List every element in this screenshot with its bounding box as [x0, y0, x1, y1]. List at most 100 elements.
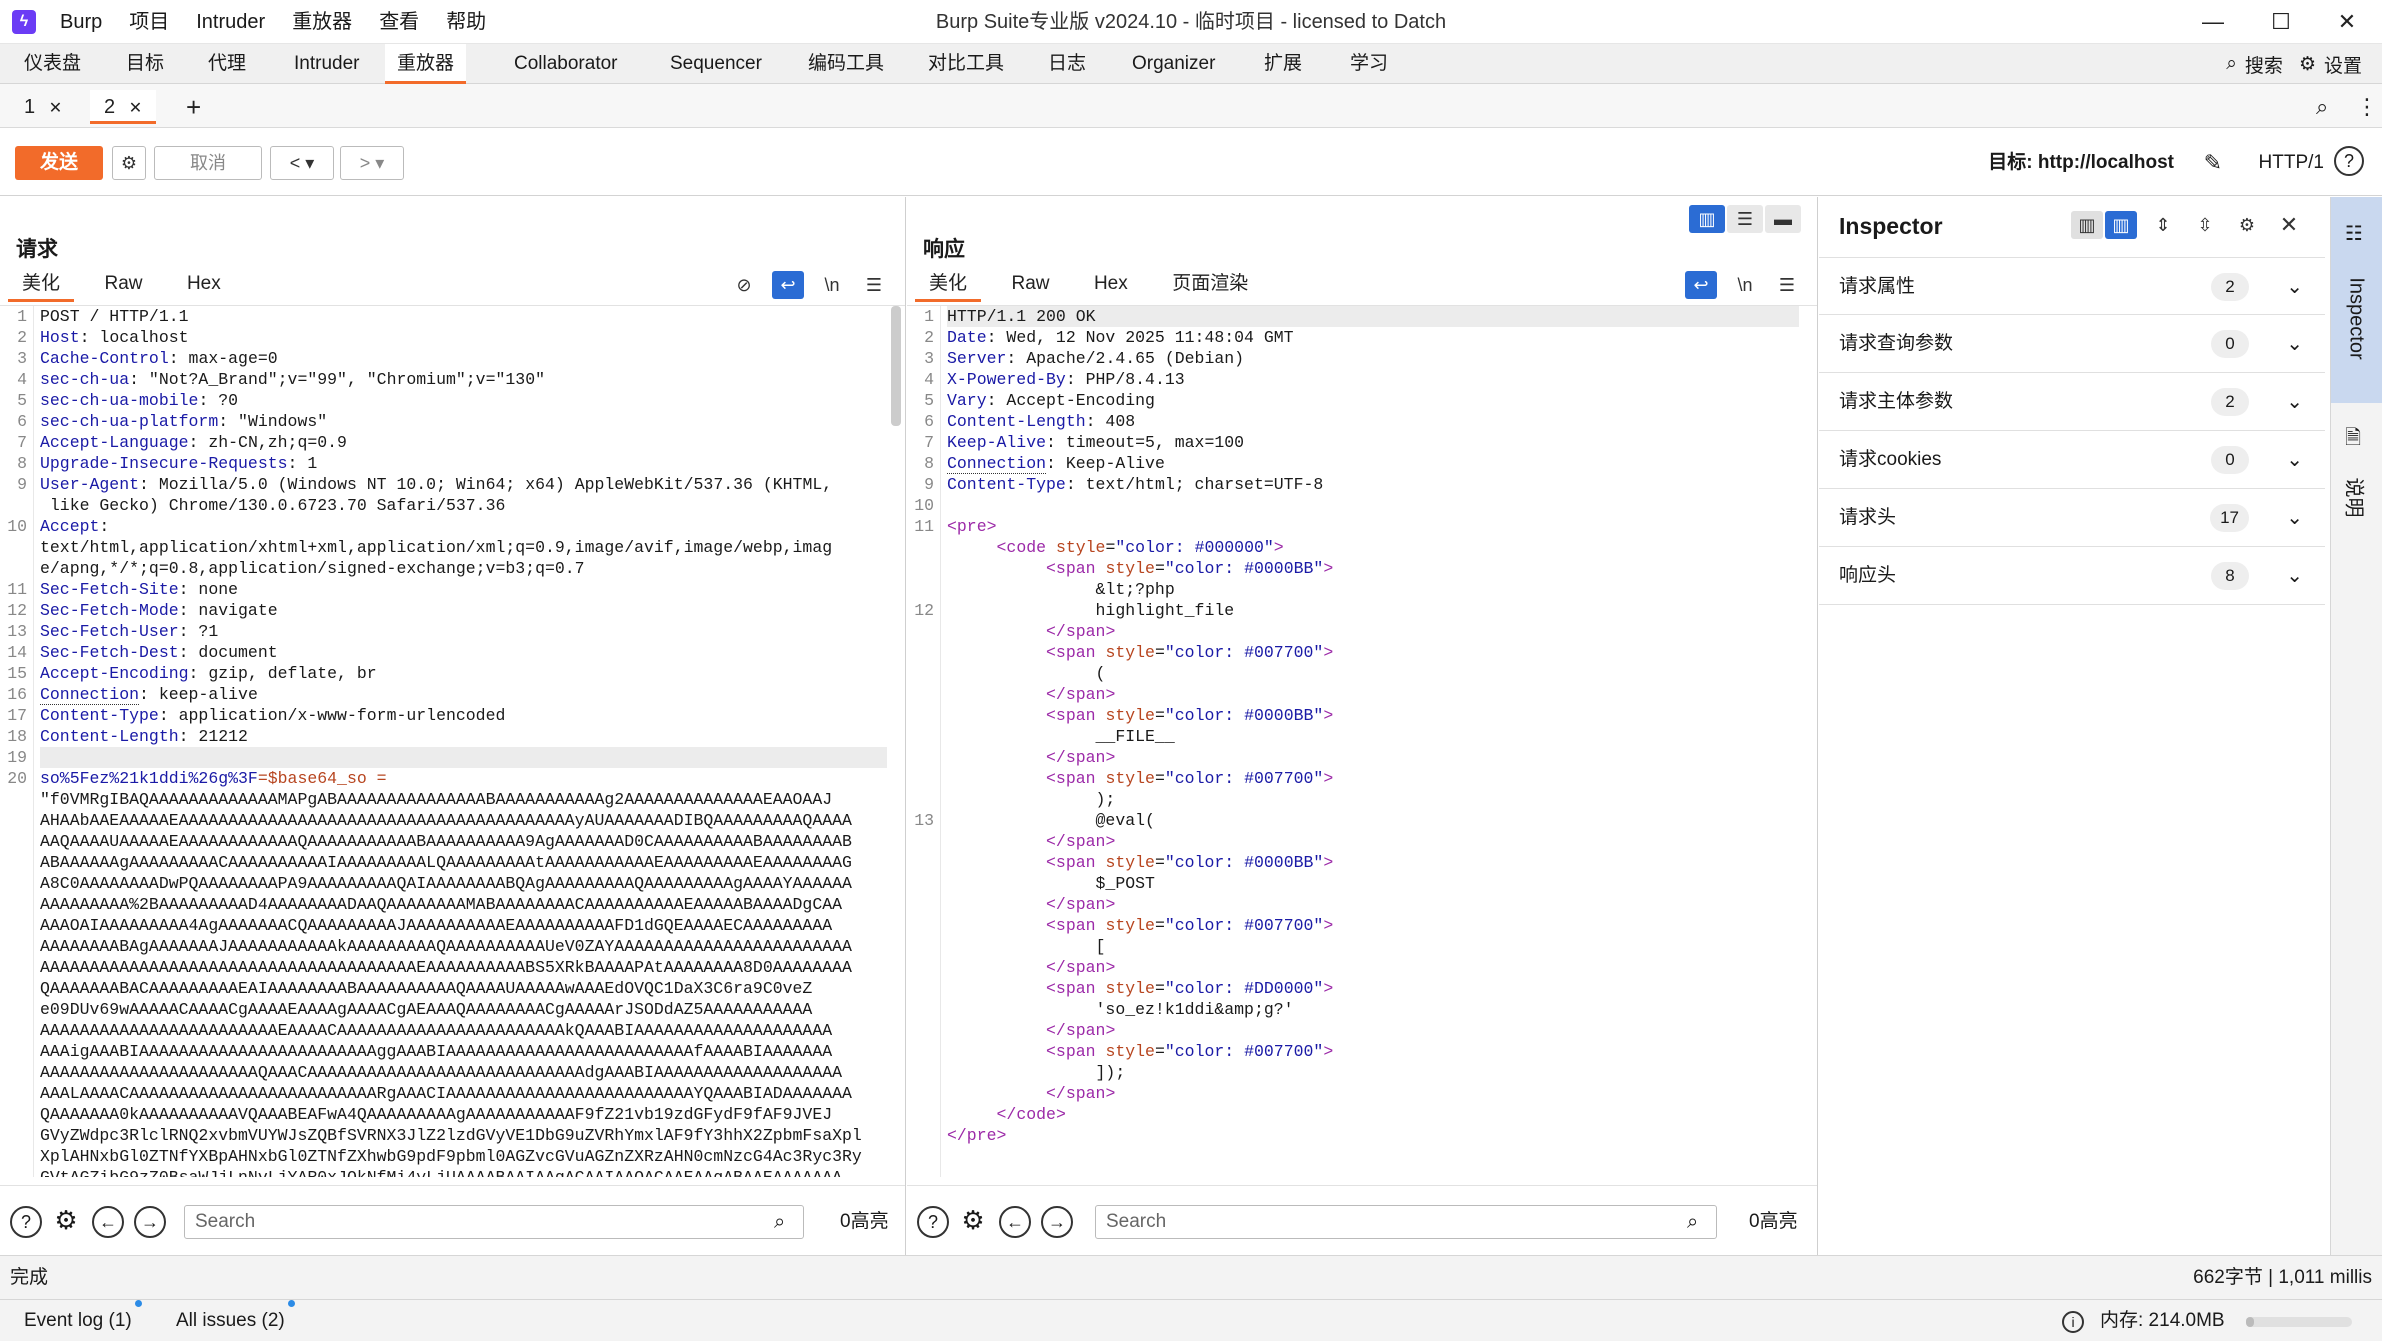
sidebar-item-inspector[interactable]: ☷ Inspector — [2331, 197, 2382, 403]
send-button[interactable]: 发送 — [15, 146, 103, 180]
chevron-down-icon[interactable]: ⌄ — [2286, 373, 2303, 431]
search-icon[interactable]: ⌕ — [2226, 53, 2237, 75]
more-vertical-icon[interactable]: ⋮ — [2342, 90, 2382, 124]
gear-icon[interactable]: ⚙ — [957, 1206, 989, 1238]
wrap-lines-icon[interactable]: ↩ — [772, 271, 804, 299]
request-code[interactable]: POST / HTTP/1.1 Host: localhost Cache-Cont… — [40, 306, 887, 1177]
layout-tabs-icon[interactable]: ▬ — [1765, 205, 1801, 233]
tab-target[interactable]: 目标 — [114, 44, 176, 84]
chevron-down-icon[interactable]: ⌄ — [2286, 258, 2303, 316]
send-settings-gear-icon[interactable]: ⚙ — [112, 146, 146, 180]
expand-all-icon[interactable]: ⇕ — [2147, 211, 2179, 239]
help-icon[interactable]: ? — [2334, 146, 2364, 176]
hide-nonprintable-icon[interactable]: ⊘ — [728, 271, 760, 299]
minimize-icon[interactable]: — — [2180, 0, 2246, 44]
response-tab-raw[interactable]: Raw — [997, 269, 1063, 299]
tab-sequencer[interactable]: Sequencer — [658, 44, 774, 84]
repeater-tab-2[interactable]: 2 ✕ — [90, 90, 157, 124]
chevron-down-icon[interactable]: ⌄ — [2286, 315, 2303, 373]
inspector-row-response-headers[interactable]: 响应头 8 ⌄ — [1819, 547, 2325, 605]
inspector-row-query-params[interactable]: 请求查询参数 0 ⌄ — [1819, 315, 2325, 373]
layout-stacked-icon[interactable]: ☰ — [1727, 205, 1763, 233]
chevron-down-icon[interactable]: ⌄ — [2286, 547, 2303, 605]
tab-intruder[interactable]: Intruder — [282, 44, 371, 84]
request-editor[interactable]: 1 2 3 4 5 6 7 8 9 10 11 12 13 14 15 16 17 18 19 20 POST / H… — [0, 305, 905, 1177]
menu-help[interactable]: 帮助 — [446, 0, 486, 44]
request-search-input[interactable]: Search — [184, 1205, 804, 1239]
maximize-icon[interactable]: ☐ — [2248, 0, 2314, 44]
tab-repeater[interactable]: 重放器 — [385, 44, 467, 84]
response-editor[interactable]: 1 2 3 4 5 6 7 8 9 10 11 12 13 HTTP/1.1 200 OK Date: W… — [907, 305, 1817, 1177]
help-icon[interactable]: ? — [917, 1206, 949, 1238]
inspector-row-body-params[interactable]: 请求主体参数 2 ⌄ — [1819, 373, 2325, 431]
tab-decoder[interactable]: 编码工具 — [796, 44, 896, 84]
add-tab-icon[interactable]: + — [172, 90, 215, 124]
inspector-row-cookies[interactable]: 请求cookies 0 ⌄ — [1819, 431, 2325, 489]
response-code[interactable]: HTTP/1.1 200 OK Date: Wed, 12 Nov 2025 11… — [947, 306, 1799, 1146]
all-issues-link[interactable]: All issues (2) — [176, 1300, 295, 1342]
repeater-tab-label: 1 — [24, 96, 36, 118]
response-tab-render[interactable]: 页面渲染 — [1158, 269, 1262, 299]
tab-organizer[interactable]: Organizer — [1120, 44, 1227, 84]
http-version-toggle[interactable]: HTTP/1 — [2259, 146, 2324, 180]
menu-project[interactable]: 项目 — [129, 0, 169, 44]
prev-match-icon[interactable]: ← — [999, 1206, 1031, 1238]
layout-side-by-side-icon[interactable]: ▥ — [1689, 205, 1725, 233]
settings-button[interactable]: 设置 — [2324, 51, 2362, 78]
gear-icon[interactable]: ⚙ — [50, 1206, 82, 1238]
close-tab-icon[interactable]: ✕ — [49, 100, 62, 117]
repeater-tab-1[interactable]: 1 ✕ — [10, 90, 76, 124]
request-tab-raw[interactable]: Raw — [90, 269, 156, 299]
inspector-layout-right-icon[interactable]: ▥ — [2105, 211, 2137, 239]
gear-icon[interactable]: ⚙ — [2299, 53, 2316, 76]
request-tab-pretty[interactable]: 美化 — [8, 269, 75, 302]
close-tab-icon[interactable]: ✕ — [129, 100, 142, 117]
request-scrollbar[interactable] — [891, 306, 901, 426]
close-icon[interactable]: ✕ — [2273, 211, 2305, 239]
event-log-link[interactable]: Event log (1) — [24, 1300, 142, 1342]
gear-icon[interactable]: ⚙ — [2231, 211, 2263, 239]
inspector-layout-left-icon[interactable]: ▥ — [2071, 211, 2103, 239]
search-icon[interactable]: ⌕ — [2302, 90, 2342, 124]
request-tab-hex[interactable]: Hex — [173, 269, 235, 299]
chevron-down-icon[interactable]: ⌄ — [2286, 431, 2303, 489]
inspector-row-request-attributes[interactable]: 请求属性 2 ⌄ — [1819, 257, 2325, 315]
menu-intruder[interactable]: Intruder — [196, 0, 265, 44]
menu-icon[interactable]: ☰ — [1771, 271, 1803, 299]
tab-learn[interactable]: 学习 — [1338, 44, 1400, 84]
tab-logger[interactable]: 日志 — [1036, 44, 1098, 84]
response-tab-pretty[interactable]: 美化 — [915, 269, 982, 302]
inspector-pane: Inspector ▥ ▥ ⇕ ⇳ ⚙ ✕ 请求属性 2 ⌄ 请求查询参数 0 … — [1819, 197, 2329, 1255]
help-icon[interactable]: ? — [10, 1206, 42, 1238]
history-forward-button[interactable]: > ▾ — [340, 146, 404, 180]
sidebar-item-notes[interactable]: 🗎 说明 — [2331, 403, 2382, 523]
menu-view[interactable]: 查看 — [379, 0, 419, 44]
next-match-icon[interactable]: → — [134, 1206, 166, 1238]
wrap-lines-icon[interactable]: ↩ — [1685, 271, 1717, 299]
history-back-button[interactable]: < ▾ — [270, 146, 334, 180]
chevron-down-icon[interactable]: ⌄ — [2286, 489, 2303, 547]
inspector-row-request-headers[interactable]: 请求头 17 ⌄ — [1819, 489, 2325, 547]
response-tab-hex[interactable]: Hex — [1080, 269, 1142, 299]
tab-extensions[interactable]: 扩展 — [1252, 44, 1314, 84]
tab-comparer[interactable]: 对比工具 — [916, 44, 1016, 84]
global-search-button[interactable]: 搜索 — [2245, 51, 2283, 78]
close-window-icon[interactable]: ✕ — [2314, 0, 2380, 44]
line-number: 16 — [7, 685, 27, 704]
menu-repeater[interactable]: 重放器 — [292, 0, 352, 44]
tab-proxy[interactable]: 代理 — [196, 44, 258, 84]
info-icon[interactable]: i — [2062, 1311, 2084, 1333]
response-search-input[interactable]: Search — [1095, 1205, 1717, 1239]
cancel-button[interactable]: 取消 — [154, 146, 262, 180]
show-newlines-icon[interactable]: \n — [1729, 271, 1761, 299]
next-match-icon[interactable]: → — [1041, 1206, 1073, 1238]
collapse-all-icon[interactable]: ⇳ — [2189, 211, 2221, 239]
tab-dashboard[interactable]: 仪表盘 — [12, 44, 93, 84]
prev-match-icon[interactable]: ← — [92, 1206, 124, 1238]
show-newlines-icon[interactable]: \n — [816, 271, 848, 299]
tab-collaborator[interactable]: Collaborator — [502, 44, 630, 84]
html-tag-end: > — [1105, 622, 1116, 641]
menu-icon[interactable]: ☰ — [858, 271, 890, 299]
edit-target-pencil-icon[interactable]: ✎ — [2204, 146, 2222, 180]
menu-burp[interactable]: Burp — [60, 0, 102, 44]
